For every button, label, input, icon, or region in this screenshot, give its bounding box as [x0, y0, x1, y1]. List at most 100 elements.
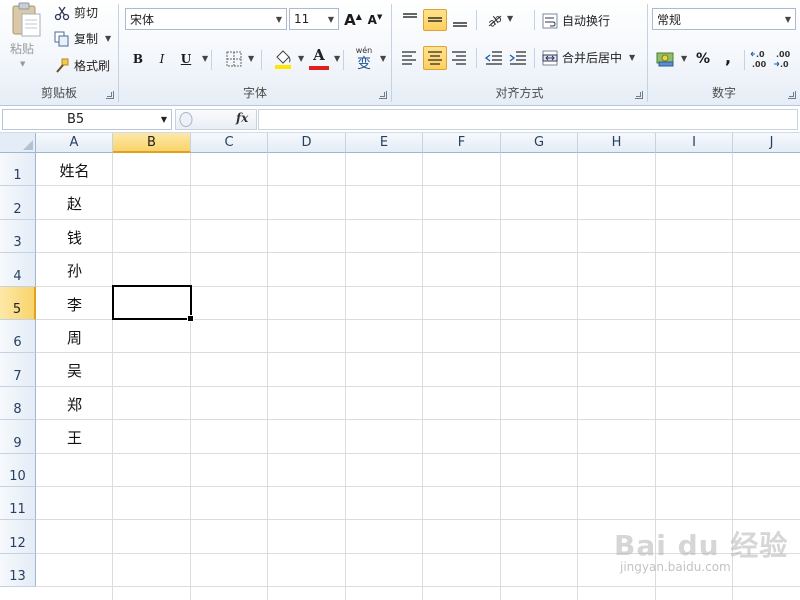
- underline-dropdown-icon[interactable]: ▼: [202, 54, 208, 63]
- column-header-g[interactable]: G: [501, 133, 578, 153]
- align-left-icon[interactable]: [400, 48, 420, 68]
- paste-icon[interactable]: [10, 2, 42, 38]
- font-group: 宋体 ▼ 11 ▼ A ▲ A ▼ B I U ▼ ▼ ▼ A ▼ wén 变 …: [119, 0, 391, 106]
- paste-button[interactable]: 粘贴: [10, 40, 34, 57]
- fill-color-icon[interactable]: [273, 48, 293, 70]
- cell-a9[interactable]: 王: [36, 427, 113, 448]
- font-color-dropdown-icon[interactable]: ▼: [334, 54, 340, 63]
- cell-a1[interactable]: 姓名: [36, 160, 113, 181]
- row-header-2[interactable]: 2: [0, 186, 36, 220]
- splitter-handle-icon[interactable]: [178, 111, 194, 128]
- copy-button[interactable]: 复制 ▼: [54, 30, 111, 47]
- gridline-horizontal: [36, 352, 800, 354]
- row-header-4[interactable]: 4: [0, 253, 36, 287]
- phonetic-dropdown-icon[interactable]: ▼: [380, 54, 386, 63]
- cell-a3[interactable]: 钱: [36, 227, 113, 248]
- number-launcher-icon[interactable]: [788, 91, 796, 99]
- active-cell[interactable]: [112, 285, 194, 322]
- copy-dropdown-icon[interactable]: ▼: [105, 34, 111, 43]
- column-header-c[interactable]: C: [191, 133, 268, 153]
- divider: [534, 48, 535, 68]
- phonetic-button[interactable]: wén 变: [353, 46, 375, 72]
- fill-color-dropdown-icon[interactable]: ▼: [298, 54, 304, 63]
- align-center-button[interactable]: [423, 46, 447, 70]
- increase-indent-icon[interactable]: [508, 48, 528, 68]
- align-middle-button[interactable]: [423, 9, 447, 31]
- shrink-font-button[interactable]: A ▼: [365, 10, 385, 30]
- align-right-icon[interactable]: [450, 48, 470, 68]
- row-header-13[interactable]: 13: [0, 553, 36, 588]
- currency-icon[interactable]: [656, 50, 676, 68]
- cell-a8[interactable]: 郑: [36, 394, 113, 415]
- divider: [476, 48, 477, 68]
- select-all-button[interactable]: [0, 133, 36, 153]
- wrap-text-button[interactable]: 自动换行: [542, 12, 610, 29]
- alignment-group: ab ▼ 自动换行 合并后居中 ▼ 对齐方式: [392, 0, 647, 106]
- comma-button[interactable]: ,: [718, 46, 738, 68]
- align-top-icon[interactable]: [400, 10, 420, 30]
- column-header-j[interactable]: J: [733, 133, 800, 153]
- cell-a6[interactable]: 周: [36, 327, 113, 348]
- clipboard-launcher-icon[interactable]: [106, 91, 114, 99]
- borders-dropdown-icon[interactable]: ▼: [248, 54, 254, 63]
- cut-button[interactable]: 剪切: [54, 4, 98, 21]
- cut-label: 剪切: [74, 6, 99, 20]
- percent-button[interactable]: %: [692, 48, 714, 70]
- cells-area[interactable]: [36, 153, 800, 600]
- font-group-label: 字体: [242, 86, 267, 100]
- column-header-f[interactable]: F: [423, 133, 501, 153]
- column-header-d[interactable]: D: [268, 133, 346, 153]
- row-header-12[interactable]: 12: [0, 520, 36, 554]
- column-header-e[interactable]: E: [346, 133, 423, 153]
- cell-a4[interactable]: 孙: [36, 260, 113, 281]
- number-format-select[interactable]: 常规 ▼: [652, 8, 796, 30]
- orientation-icon[interactable]: ab: [486, 10, 504, 28]
- underline-button[interactable]: U: [175, 48, 197, 70]
- alignment-launcher-icon[interactable]: [635, 91, 643, 99]
- row-header-5[interactable]: 5: [0, 286, 36, 320]
- column-header-h[interactable]: H: [578, 133, 656, 153]
- insert-function-button[interactable]: fx: [236, 111, 248, 125]
- column-header-b[interactable]: B: [113, 133, 191, 153]
- decrease-indent-icon[interactable]: [484, 48, 504, 68]
- svg-text:.0: .0: [780, 60, 789, 69]
- row-header-10[interactable]: 10: [0, 453, 36, 487]
- italic-button[interactable]: I: [151, 48, 173, 70]
- row-header-9[interactable]: 9: [0, 420, 36, 454]
- row-header-8[interactable]: 8: [0, 386, 36, 421]
- caret-down-icon: ▼: [376, 13, 383, 21]
- currency-dropdown-icon[interactable]: ▼: [681, 54, 687, 63]
- bold-button[interactable]: B: [127, 48, 149, 70]
- gridline-vertical: [190, 153, 191, 600]
- cell-a5[interactable]: 李: [36, 294, 113, 315]
- grow-font-button[interactable]: A ▲: [343, 10, 363, 30]
- orientation-dropdown-icon[interactable]: ▼: [507, 14, 513, 23]
- row-header-6[interactable]: 6: [0, 320, 36, 354]
- row-header-3[interactable]: 3: [0, 219, 36, 254]
- formula-input[interactable]: [258, 109, 798, 130]
- cell-a2[interactable]: 赵: [36, 193, 113, 214]
- borders-icon[interactable]: [225, 50, 243, 68]
- font-name-select[interactable]: 宋体 ▼: [125, 8, 287, 30]
- column-header-i[interactable]: I: [656, 133, 733, 153]
- number-format-value: 常规: [657, 12, 682, 27]
- increase-decimal-icon[interactable]: .0 .00: [750, 48, 772, 70]
- font-size-select[interactable]: 11 ▼: [289, 8, 339, 30]
- column-header-a[interactable]: A: [36, 133, 113, 153]
- font-launcher-icon[interactable]: [379, 91, 387, 99]
- paste-dropdown-icon[interactable]: ▼: [20, 60, 25, 68]
- row-header-11[interactable]: 11: [0, 487, 36, 521]
- row-header-7[interactable]: 7: [0, 353, 36, 387]
- name-box[interactable]: B5 ▼: [2, 109, 172, 130]
- wrap-text-label: 自动换行: [562, 14, 611, 28]
- merge-center-button[interactable]: 合并后居中 ▼: [542, 49, 635, 66]
- align-bottom-icon[interactable]: [450, 10, 470, 30]
- format-painter-button[interactable]: 格式刷: [54, 57, 110, 74]
- row-header-1[interactable]: 1: [0, 153, 36, 187]
- cell-a7[interactable]: 吴: [36, 360, 113, 381]
- decrease-decimal-icon[interactable]: .00 .0: [774, 48, 796, 70]
- font-color-button[interactable]: A: [309, 46, 329, 70]
- scissors-icon: [54, 6, 70, 20]
- merge-center-dropdown-icon[interactable]: ▼: [629, 53, 635, 62]
- grow-font-glyph: A: [344, 11, 356, 29]
